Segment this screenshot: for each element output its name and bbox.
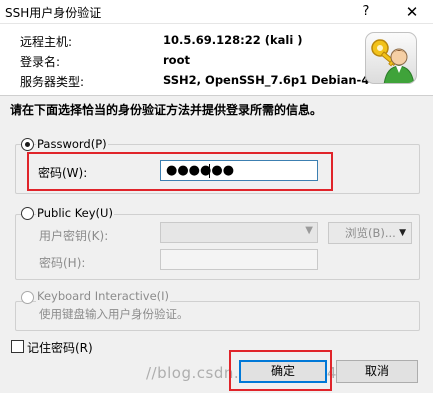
remember-password-label[interactable]: 记住密码(R) <box>27 339 93 356</box>
password-radio-label[interactable]: Password(P) <box>36 137 108 151</box>
window-title: SSH用户身份验证 <box>5 6 102 20</box>
login-name-label: 登录名: <box>20 55 61 69</box>
keyboard-interactive-description: 使用键盘输入用户身份验证。 <box>39 307 189 321</box>
browse-button-label: 浏览(B)... <box>345 226 396 240</box>
keyboard-interactive-radio[interactable] <box>21 291 34 304</box>
user-key-select[interactable]: ▼ <box>160 222 318 243</box>
browse-button[interactable]: 浏览(B)... ▼ <box>328 222 412 244</box>
title-bar: SSH用户身份验证 ? ✕ <box>0 0 433 24</box>
cancel-button[interactable]: 取消 <box>336 360 418 383</box>
keyboard-interactive-label[interactable]: Keyboard Interactive(I) <box>36 289 171 303</box>
header-divider <box>0 95 433 96</box>
password-highlight-box <box>27 152 333 191</box>
server-type-label: 服务器类型: <box>20 75 85 89</box>
user-key-label: 用户密钥(K): <box>39 229 109 243</box>
ok-highlight-box <box>229 350 332 391</box>
dropdown-arrow-icon: ▼ <box>399 228 406 238</box>
remote-host-label: 远程主机: <box>20 35 73 49</box>
radio-selected-dot <box>25 142 30 147</box>
close-button[interactable]: ✕ <box>402 2 422 22</box>
password-radio[interactable] <box>21 138 34 151</box>
connection-info: 远程主机: 10.5.69.128:22 (kali ) 登录名: root 服… <box>0 24 433 95</box>
public-key-radio-label[interactable]: Public Key(U) <box>36 206 114 220</box>
server-type-value: SSH2, OpenSSH_7.6p1 Debian-4 <box>163 73 370 87</box>
help-button[interactable]: ? <box>356 2 376 22</box>
chevron-down-icon: ▼ <box>305 225 313 236</box>
remember-password-checkbox[interactable] <box>11 340 24 353</box>
public-key-radio[interactable] <box>21 207 34 220</box>
passphrase-input[interactable] <box>160 249 318 270</box>
passphrase-label: 密码(H): <box>39 256 86 270</box>
remote-host-value: 10.5.69.128:22 (kali ) <box>163 33 303 47</box>
instruction-text: 请在下面选择恰当的身份验证方法并提供登录所需的信息。 <box>10 103 323 117</box>
login-name-value: root <box>163 53 190 67</box>
key-user-icon <box>365 32 417 84</box>
